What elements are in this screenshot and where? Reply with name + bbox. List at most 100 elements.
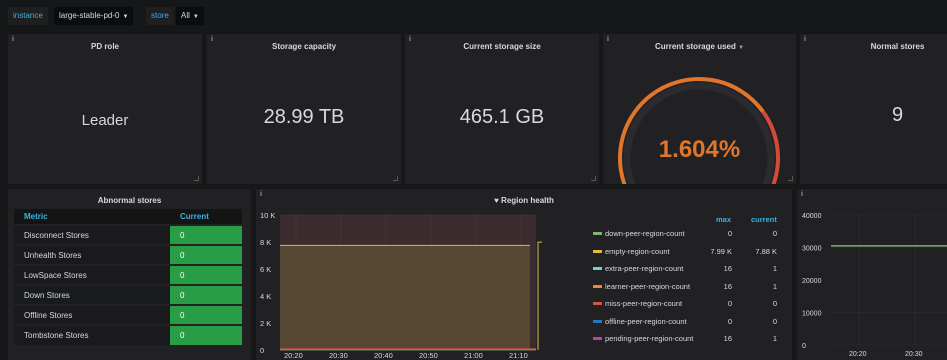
- store-variable-select[interactable]: All ▼: [176, 7, 204, 25]
- y-tick-label: 0: [260, 346, 264, 355]
- resize-handle[interactable]: [194, 176, 199, 181]
- gauge-track: [623, 82, 775, 184]
- legend-current-value: 7.88 K: [755, 246, 777, 256]
- panel-right-graph: i 40000 30000 20000 10000 0 20:20 20:30: [797, 189, 947, 360]
- legend-item[interactable]: extra-peer-region-count: [593, 264, 683, 273]
- x-tick-label: 20:40: [374, 351, 393, 360]
- x-tick-label: 20:20: [849, 351, 867, 358]
- panel-current-storage-used: i Current storage used ▼ 1.604%: [603, 34, 796, 184]
- caret-down-icon: ▼: [738, 45, 745, 51]
- x-tick-label: 20:30: [329, 351, 348, 360]
- table-row: LowSpace Stores 0: [14, 264, 242, 285]
- legend-current-value: 0: [772, 299, 777, 308]
- legend-swatch: [593, 232, 602, 235]
- y-tick-label: 30000: [802, 246, 822, 253]
- panel-title[interactable]: Abnormal stores: [8, 196, 251, 205]
- current-cell: 0: [170, 284, 242, 305]
- empty-region-line: [537, 241, 542, 350]
- table-row: Offline Stores 0: [14, 304, 242, 325]
- resize-handle[interactable]: [393, 176, 398, 181]
- panel-current-storage-size: i Current storage size 465.1 GB: [405, 34, 599, 184]
- y-tick-label: 20000: [802, 278, 822, 285]
- panel-title[interactable]: Normal stores: [800, 42, 947, 51]
- resize-handle[interactable]: [788, 176, 793, 181]
- y-tick-label: 10 K: [260, 211, 275, 220]
- table-row: Unhealth Stores 0: [14, 244, 242, 265]
- panel-normal-stores: i Normal stores 9: [800, 34, 947, 184]
- metric-cell: LowSpace Stores: [14, 264, 170, 285]
- instance-variable-label: instance: [8, 7, 48, 25]
- current-cell: 0: [170, 304, 242, 325]
- legend-label: offline-peer-region-count: [605, 316, 687, 326]
- y-tick-label: 2 K: [260, 319, 271, 328]
- table-header-row: Metric Current: [14, 209, 242, 225]
- legend-swatch: [593, 302, 602, 305]
- current-cell: 0: [170, 224, 242, 245]
- panel-title[interactable]: Current storage size: [405, 42, 599, 51]
- metric-cell: Offline Stores: [14, 304, 170, 325]
- panel-title[interactable]: Storage capacity: [207, 42, 401, 51]
- legend-header-max[interactable]: max: [716, 215, 731, 224]
- panel-storage-capacity: i Storage capacity 28.99 TB: [207, 34, 401, 184]
- legend-max-value: 0: [727, 299, 732, 308]
- x-tick-label: 21:00: [464, 351, 483, 360]
- legend-label: empty-region-count: [605, 246, 670, 256]
- legend-swatch: [593, 267, 602, 270]
- legend-item[interactable]: pending-peer-region-count: [593, 334, 693, 343]
- legend-item[interactable]: learner-peer-region-count: [593, 282, 690, 291]
- legend-current-value: 1: [772, 264, 777, 273]
- instance-variable-select[interactable]: large-stable-pd-0 ▼: [54, 7, 134, 25]
- legend-item[interactable]: miss-peer-region-count: [593, 299, 682, 308]
- legend-item[interactable]: empty-region-count: [593, 247, 670, 256]
- table-row: Down Stores 0: [14, 284, 242, 305]
- legend-item[interactable]: offline-peer-region-count: [593, 317, 687, 326]
- legend-label: down-peer-region-count: [605, 229, 685, 238]
- caret-down-icon: ▼: [122, 14, 129, 20]
- legend-header-current[interactable]: current: [751, 215, 777, 224]
- empty-region-area: [280, 245, 530, 350]
- metric-cell: Tombstone Stores: [14, 324, 170, 345]
- panel-title[interactable]: PD role: [8, 42, 202, 51]
- store-variable-label: store: [146, 7, 174, 25]
- legend-max-value: 16: [723, 281, 732, 291]
- panel-pd-role: i PD role Leader: [8, 34, 202, 184]
- panel-region-health: i ♥ Region health 10 K8 K6 K4 K2 K 0 20:20…: [256, 189, 792, 360]
- legend-label: extra-peer-region-count: [605, 264, 684, 273]
- legend-current-value: 1: [772, 334, 777, 343]
- legend-current-value: 0: [772, 229, 777, 238]
- resize-handle[interactable]: [591, 176, 596, 181]
- storage-capacity-value: 28.99 TB: [263, 106, 345, 128]
- region-health-graph[interactable]: 10 K 8 K 6 K 4 K 2 K 0 20:20 20:30 20:40 20:50 21:…: [256, 189, 792, 360]
- current-cell: 0: [170, 244, 242, 265]
- x-tick-label: 21:10: [509, 351, 528, 360]
- metric-cell: Down Stores: [14, 284, 170, 305]
- variables-bar: instance large-stable-pd-0 ▼ store All ▼: [0, 0, 947, 32]
- storage-used-gauge: [618, 77, 780, 184]
- store-value: All: [181, 11, 190, 20]
- legend-item[interactable]: down-peer-region-count: [593, 229, 685, 238]
- legend-swatch: [593, 284, 602, 288]
- dashboard: instance large-stable-pd-0 ▼ store All ▼ i…: [0, 0, 947, 360]
- gauge-threshold-band: [618, 77, 765, 184]
- legend-swatch: [593, 319, 602, 323]
- right-graph[interactable]: 40000 30000 20000 10000 0 20:20 20:30: [797, 189, 947, 360]
- y-tick-label: 8 K: [260, 238, 271, 247]
- column-header-metric[interactable]: Metric: [14, 209, 170, 225]
- x-tick-label: 20:50: [419, 351, 438, 360]
- metric-cell: Unhealth Stores: [14, 244, 170, 265]
- storage-used-value: 1.604%: [658, 136, 741, 163]
- table-row: Disconnect Stores 0: [14, 224, 242, 245]
- legend-label: pending-peer-region-count: [605, 334, 694, 343]
- table-row: Tombstone Stores 0: [14, 324, 242, 345]
- y-tick-label: 6 K: [260, 265, 271, 274]
- legend-swatch: [593, 249, 602, 253]
- metric-cell: Disconnect Stores: [14, 224, 170, 245]
- legend-label: miss-peer-region-count: [605, 299, 683, 308]
- y-tick-label: 40000: [802, 213, 822, 220]
- column-header-current[interactable]: Current: [170, 209, 242, 225]
- y-tick-label: 0: [802, 343, 806, 350]
- abnormal-stores-table: Metric Current Disconnect Stores 0 Unheal…: [14, 209, 242, 345]
- normal-stores-value: 9: [891, 104, 904, 126]
- current-storage-size-value: 465.1 GB: [459, 106, 545, 128]
- panel-title[interactable]: Current storage used ▼: [603, 42, 796, 51]
